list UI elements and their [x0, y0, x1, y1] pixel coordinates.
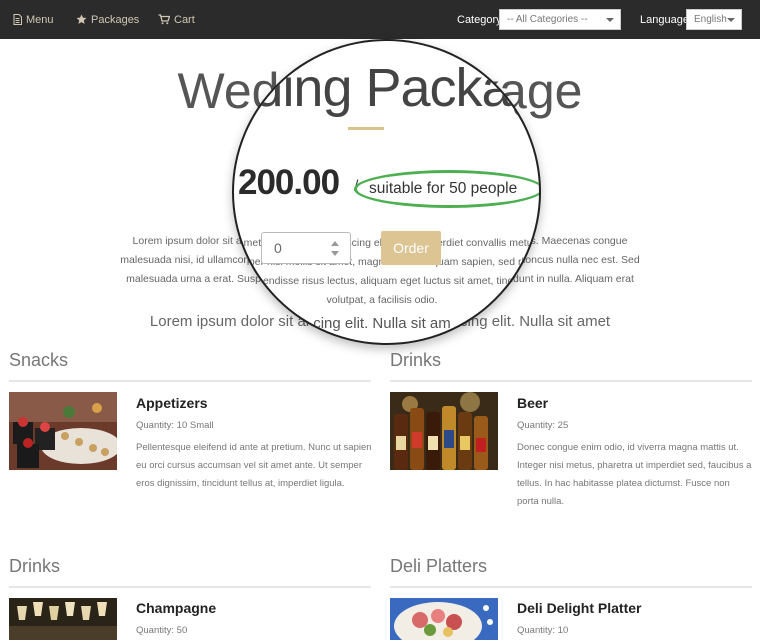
nav-menu-label: Menu	[26, 14, 54, 26]
cart-icon	[158, 14, 170, 25]
nav-cart-label: Cart	[174, 14, 195, 26]
item-name-champagne[interactable]: Champagne	[136, 600, 216, 616]
section-heading-drinks: Drinks	[9, 556, 61, 576]
star-icon	[76, 14, 87, 24]
document-icon	[13, 14, 22, 25]
item-quantity: Quantity: 50	[136, 625, 188, 636]
section-heading-deli-platters: Deli Platters	[390, 556, 488, 576]
highlight-ellipse	[354, 170, 539, 208]
package-price: 200.00	[238, 163, 340, 202]
section-divider	[9, 380, 371, 382]
appetizers-image[interactable]	[9, 392, 117, 470]
deli-platter-image[interactable]	[390, 598, 498, 640]
item-name-deli-delight-platter[interactable]: Deli Delight Platter	[517, 600, 641, 616]
item-description: Donec congue enim odio, id viverra magna…	[517, 442, 752, 507]
nav-menu-link[interactable]: Menu	[13, 13, 54, 27]
title-underline	[348, 127, 384, 130]
language-select-value: English	[694, 14, 727, 25]
stepper-up-icon[interactable]	[331, 241, 339, 246]
item-name-beer[interactable]: Beer	[517, 395, 548, 411]
champagne-image[interactable]	[9, 598, 117, 640]
category-select[interactable]: -- All Categories --	[499, 9, 621, 30]
item-quantity: Quantity: 10	[517, 625, 569, 636]
top-navbar: Menu Packages Cart Category -- All Categ…	[0, 0, 760, 39]
item-description: Pellentesque eleifend id ante at pretium…	[136, 442, 372, 489]
nav-cart-link[interactable]: Cart	[158, 13, 195, 27]
chevron-down-icon	[606, 18, 614, 22]
order-button[interactable]: Order	[381, 231, 441, 265]
magnifier-lens: dding Packag Lorem ipsum dolor sit amet,…	[232, 39, 541, 345]
category-label: Category	[457, 14, 502, 26]
language-label: Language	[640, 14, 689, 26]
nav-packages-link[interactable]: Packages	[76, 13, 139, 27]
section-heading-snacks: Snacks	[9, 350, 69, 370]
item-quantity: Quantity: 25	[517, 420, 569, 431]
quantity-stepper[interactable]: 0	[261, 232, 351, 264]
language-select[interactable]: English	[686, 9, 742, 30]
section-divider	[9, 586, 371, 588]
category-select-value: -- All Categories --	[507, 14, 588, 25]
magnified-title: dding Packag	[232, 58, 540, 118]
beer-image[interactable]	[390, 392, 498, 470]
chevron-down-icon	[727, 18, 735, 22]
section-heading-drinks: Drinks	[390, 350, 442, 370]
section-divider	[390, 380, 752, 382]
item-name-appetizers[interactable]: Appetizers	[136, 395, 208, 411]
magnified-tail-text: cing elit. Nulla sit am	[313, 315, 451, 332]
section-divider	[390, 586, 752, 588]
nav-packages-label: Packages	[91, 14, 140, 26]
stepper-down-icon[interactable]	[331, 251, 339, 256]
item-quantity: Quantity: 10 Small	[136, 420, 214, 431]
quantity-value: 0	[274, 240, 282, 256]
